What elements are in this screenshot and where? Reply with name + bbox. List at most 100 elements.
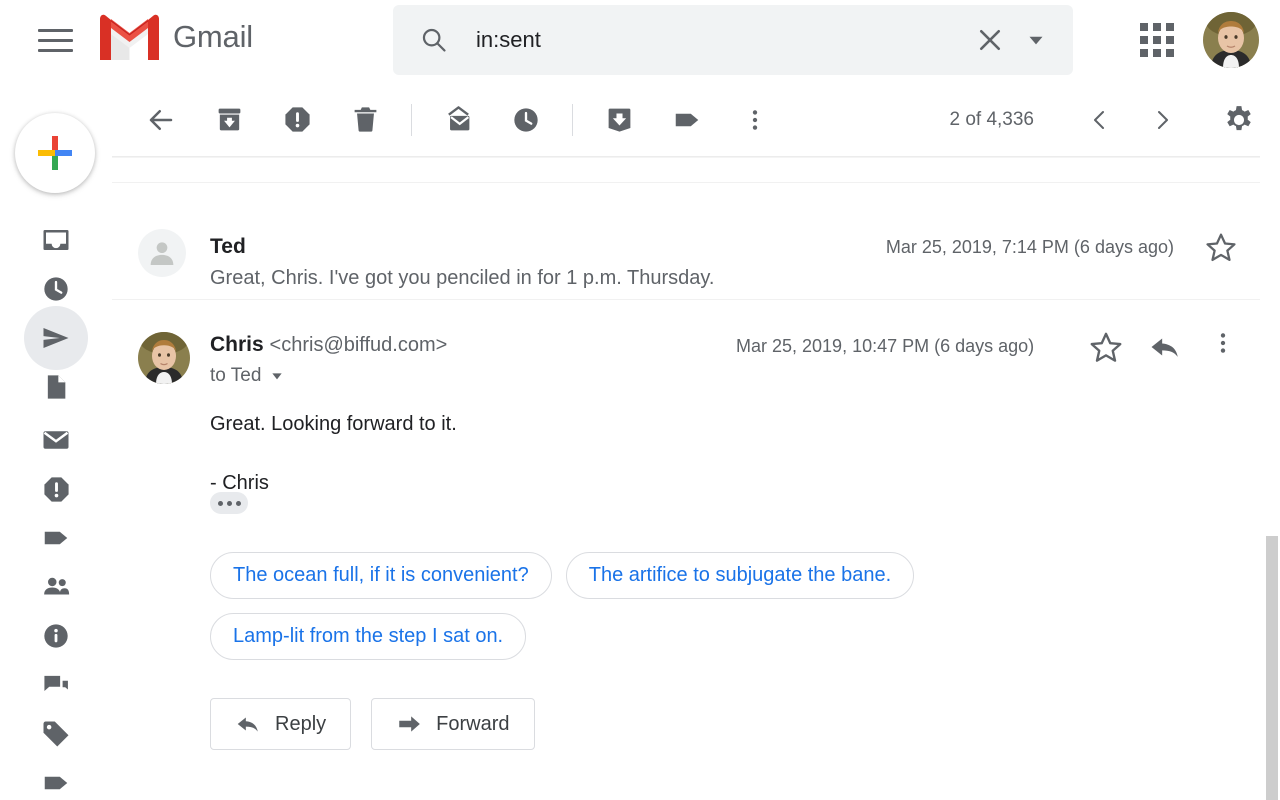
apps-dot — [1140, 36, 1148, 44]
reply-arrow-icon — [1151, 338, 1178, 357]
sidebar — [0, 81, 112, 800]
chevron-down-icon[interactable] — [1023, 27, 1049, 53]
star-button[interactable] — [1204, 231, 1238, 265]
recipient-dropdown[interactable]: to Ted — [210, 365, 285, 387]
send-icon — [43, 328, 69, 348]
sidebar-item-more-labels[interactable] — [33, 760, 79, 800]
account-avatar[interactable] — [1203, 12, 1259, 68]
message-body-line-1: Great. Looking forward to it. — [210, 413, 457, 435]
sidebar-item-spam[interactable] — [33, 466, 79, 512]
hamburger-line — [38, 38, 73, 42]
toolbar-divider — [572, 103, 573, 136]
inbox-icon — [43, 230, 69, 250]
next-message-button[interactable] — [1142, 100, 1182, 140]
chat-icon — [43, 675, 69, 692]
arrow-left-icon — [149, 109, 173, 130]
scrollbar-thumb[interactable] — [1266, 536, 1278, 800]
toolbar-right-group: 2 of 4,336 — [949, 81, 1260, 158]
forward-arrow-icon — [399, 716, 420, 732]
search-input[interactable] — [476, 5, 975, 75]
star-button[interactable] — [1088, 330, 1124, 366]
recipient-label: to Ted — [210, 365, 262, 386]
mark-unread-button[interactable] — [434, 96, 482, 144]
settings-button[interactable] — [1218, 99, 1260, 141]
clock-icon — [44, 277, 68, 301]
sidebar-item-social[interactable] — [33, 564, 79, 610]
reply-button-label: Reply — [275, 712, 327, 735]
sidebar-item-all-mail[interactable] — [33, 417, 79, 463]
gmail-logo-icon — [100, 14, 159, 60]
back-button[interactable] — [137, 96, 185, 144]
chevron-left-icon — [1094, 110, 1104, 129]
message-sender-line: Chris <chris@biffud.com> — [210, 333, 447, 357]
search-bar[interactable] — [393, 5, 1073, 75]
apps-dot — [1166, 36, 1174, 44]
more-options-button[interactable] — [731, 96, 779, 144]
brand-name: Gmail — [173, 19, 253, 54]
archive-button[interactable] — [205, 96, 253, 144]
sidebar-item-label[interactable] — [33, 515, 79, 561]
gear-icon — [1227, 105, 1251, 130]
ellipsis-dot — [235, 500, 241, 506]
sidebar-item-promotions[interactable] — [33, 711, 79, 757]
message-snippet: Great, Chris. I've got you penciled in f… — [210, 267, 715, 289]
close-icon[interactable] — [975, 25, 1005, 55]
smart-reply-chip[interactable]: The artifice to subjugate the bane. — [565, 552, 915, 599]
apps-dot — [1166, 23, 1174, 31]
apps-dot — [1166, 49, 1174, 57]
move-to-inbox-icon — [608, 108, 630, 132]
default-person-avatar-icon — [150, 242, 174, 265]
apps-dot — [1153, 36, 1161, 44]
ellipsis-dot — [217, 500, 223, 506]
clock-icon — [514, 107, 538, 132]
avatar-image — [1203, 12, 1259, 68]
gmail-logo[interactable]: Gmail — [100, 14, 253, 60]
label-icon — [675, 113, 699, 126]
forward-button[interactable]: Forward — [371, 698, 535, 750]
smart-reply-chip[interactable]: The ocean full, if it is convenient? — [210, 552, 552, 599]
show-trimmed-content-button[interactable] — [210, 492, 248, 514]
apps-dot — [1140, 49, 1148, 57]
plus-icon — [38, 136, 72, 170]
snooze-button[interactable] — [502, 96, 550, 144]
hamburger-menu-icon[interactable] — [38, 24, 73, 56]
scrollbar-track[interactable] — [1264, 158, 1280, 800]
delete-button[interactable] — [341, 96, 389, 144]
label-icon — [44, 531, 68, 545]
apps-dot — [1153, 23, 1161, 31]
toolbar-divider — [411, 103, 412, 136]
app-header: Gmail — [0, 0, 1280, 81]
star-outline-icon — [1090, 332, 1122, 362]
compose-button[interactable] — [15, 113, 95, 193]
sidebar-item-sent[interactable] — [24, 306, 88, 370]
more-vertical-icon — [752, 109, 758, 130]
report-spam-icon — [284, 107, 310, 132]
move-to-inbox-button[interactable] — [595, 96, 643, 144]
sidebar-item-updates[interactable] — [33, 613, 79, 659]
labels-button[interactable] — [663, 96, 711, 144]
envelope-icon — [43, 431, 69, 449]
report-spam-button[interactable] — [273, 96, 321, 144]
apps-dot — [1140, 23, 1148, 31]
avatar — [138, 332, 190, 384]
smart-reply-group: The ocean full, if it is convenient? The… — [210, 552, 1060, 660]
reply-icon-button[interactable] — [1148, 330, 1184, 366]
star-outline-icon — [1206, 233, 1236, 262]
message-counter: 2 of 4,336 — [949, 108, 1034, 130]
forward-button-label: Forward — [436, 712, 510, 735]
search-icon — [422, 28, 446, 52]
apps-grid-icon[interactable] — [1140, 23, 1176, 59]
collapsed-message-row[interactable]: Ted Great, Chris. I've got you penciled … — [112, 183, 1280, 299]
message-more-button[interactable] — [1210, 330, 1246, 366]
sidebar-item-forums[interactable] — [33, 662, 79, 708]
smart-reply-chip[interactable]: Lamp-lit from the step I sat on. — [210, 613, 527, 660]
previous-message-button[interactable] — [1080, 100, 1120, 140]
reply-arrow-icon — [237, 717, 258, 732]
sidebar-item-drafts[interactable] — [33, 364, 79, 410]
sidebar-item-inbox[interactable] — [33, 217, 79, 263]
avatar — [138, 229, 186, 277]
document-icon — [47, 375, 66, 399]
sender-email: <chris@biffud.com> — [269, 334, 448, 356]
message-timestamp: Mar 25, 2019, 7:14 PM (6 days ago) — [885, 237, 1174, 257]
reply-button[interactable]: Reply — [210, 698, 352, 750]
